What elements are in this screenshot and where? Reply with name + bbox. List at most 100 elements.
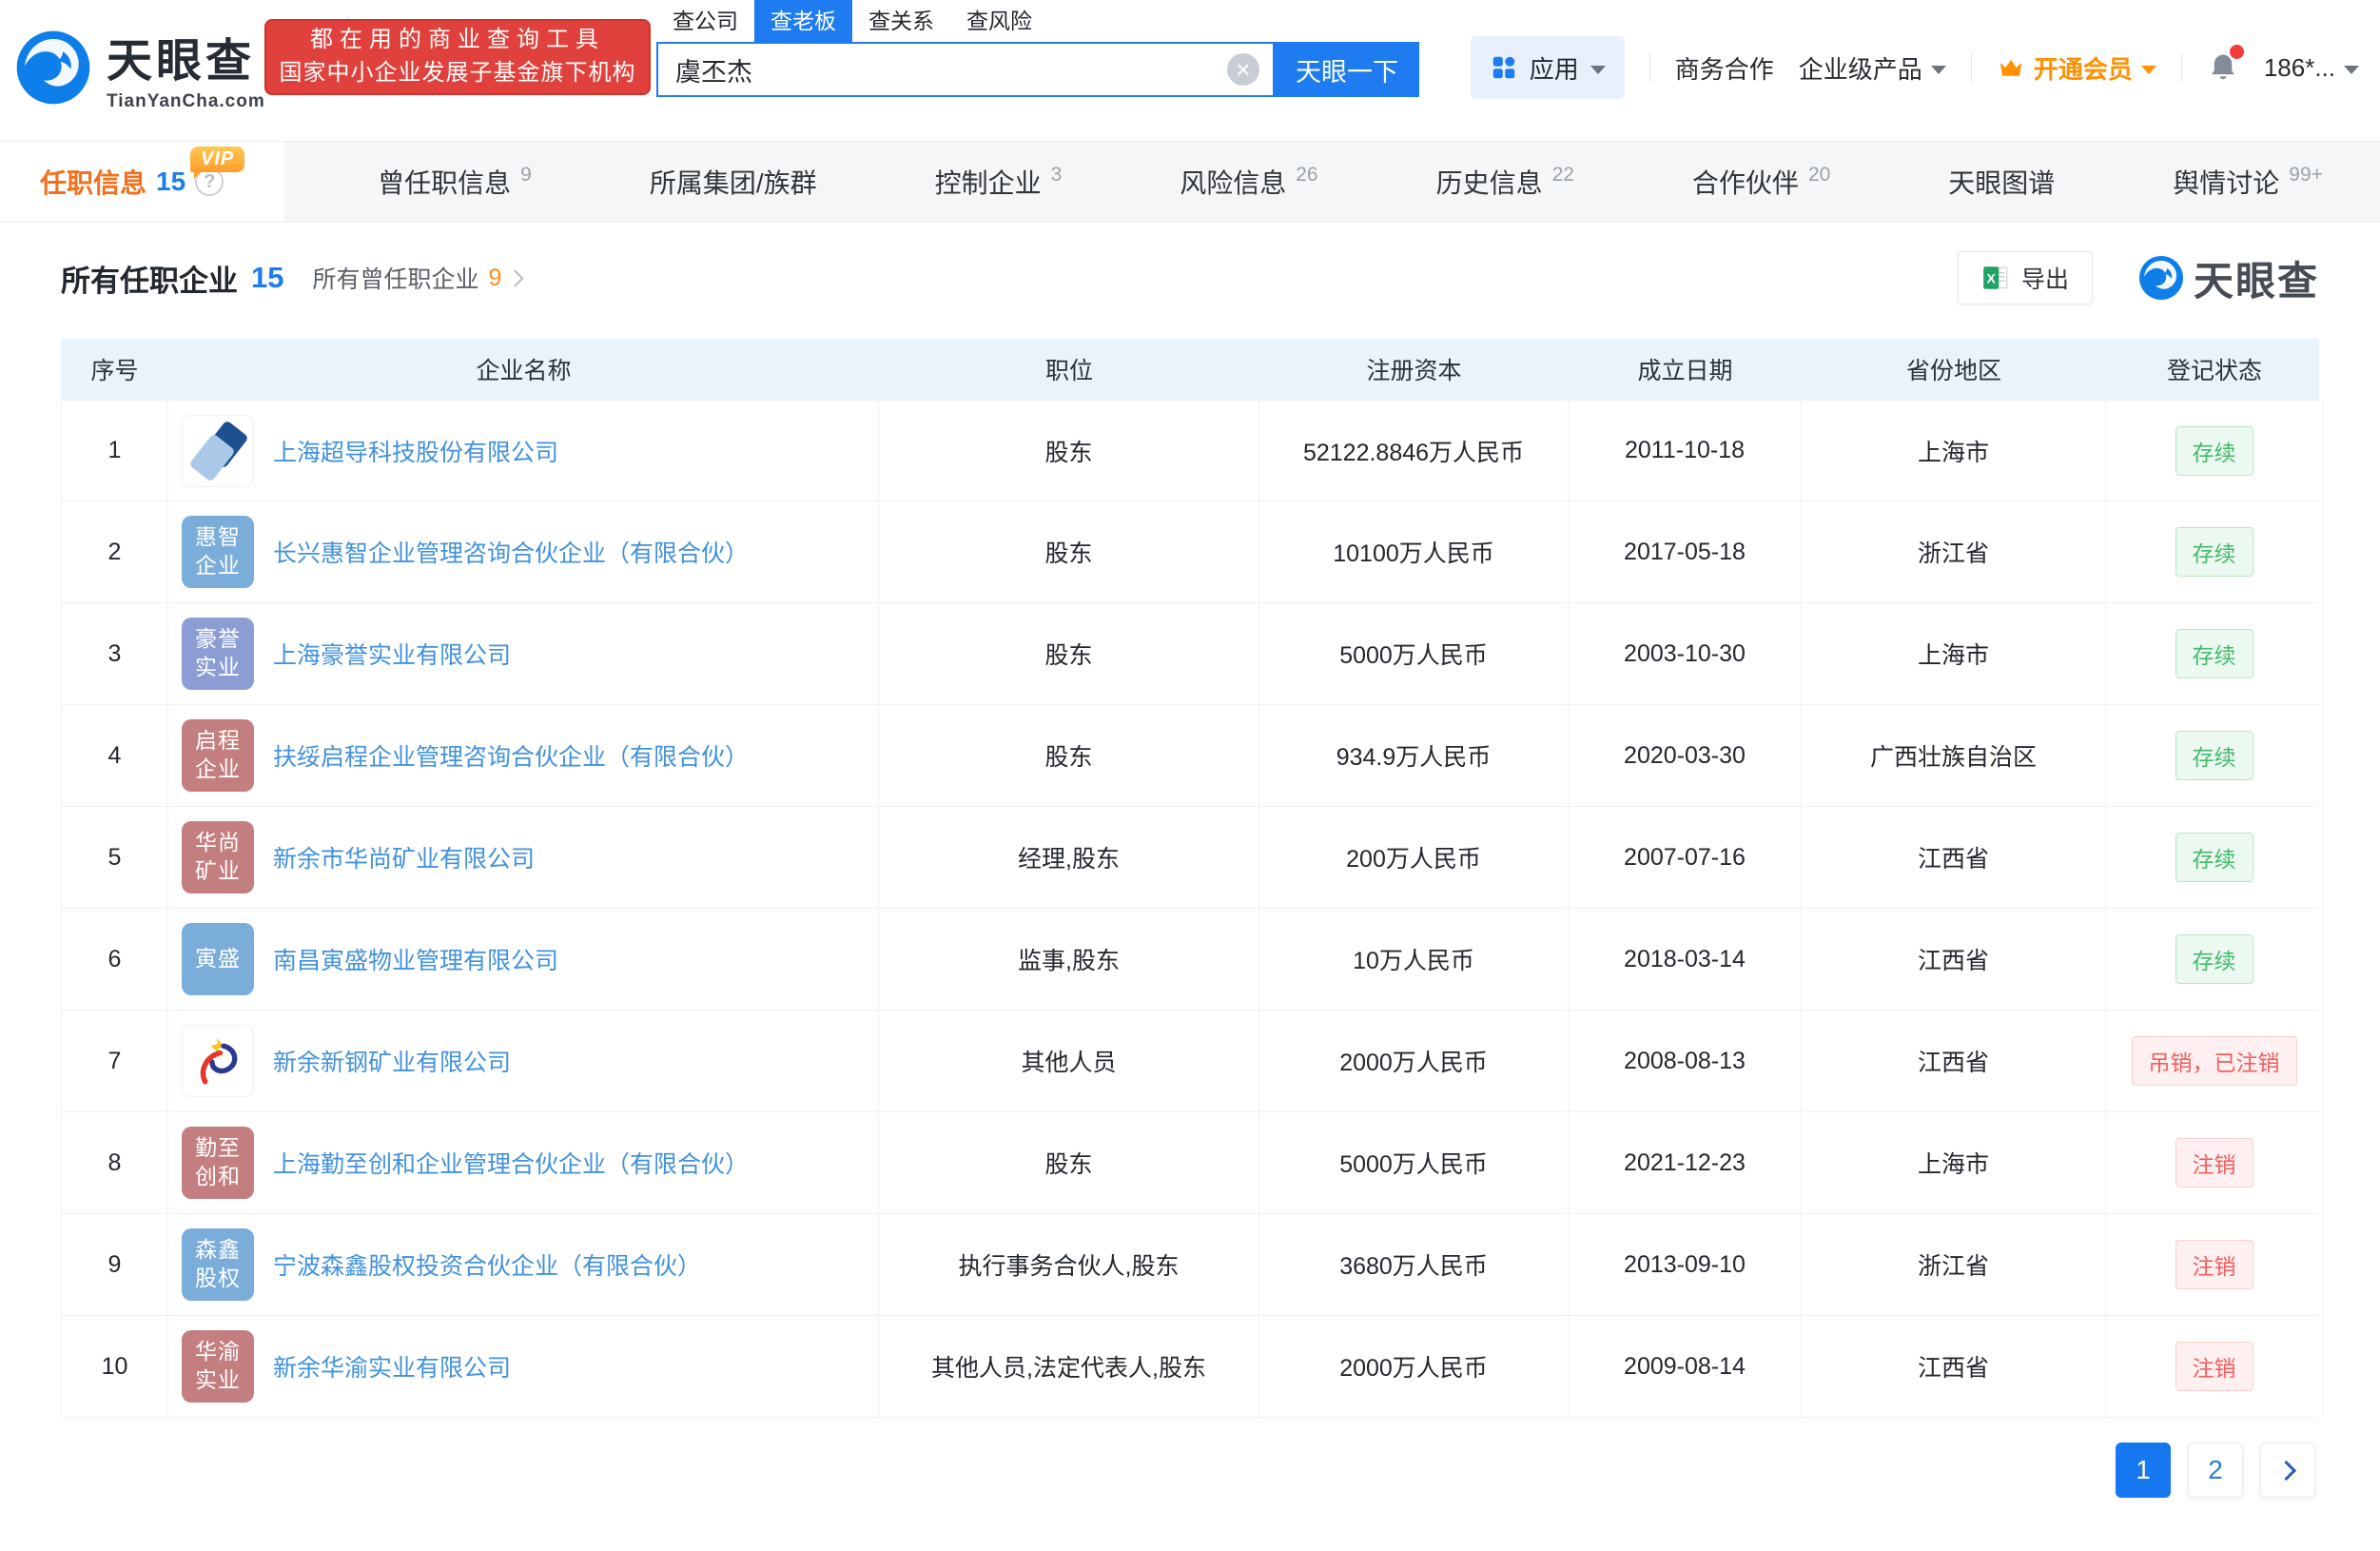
tianyancha-logo[interactable]: 天眼查 TianYanCha.com (15, 23, 265, 112)
search-type-tab[interactable]: 查老板 (754, 0, 852, 42)
company-logo[interactable]: 勤至创和 (182, 1127, 254, 1199)
clear-search-icon[interactable]: × (1227, 53, 1259, 86)
page-tab[interactable]: 所属集团/族群 (625, 142, 842, 222)
page-tab[interactable]: 控制企业 3 (910, 142, 1087, 222)
table-row: 8 勤至创和 上海勤至创和企业管理合伙企业（有限合伙） 股东 5000万人民币 … (61, 1112, 2319, 1214)
logo-text-line: 华尚 (195, 829, 241, 857)
promo-line-2: 国家中小企业发展子基金旗下机构 (280, 57, 636, 90)
search-input[interactable] (658, 44, 1273, 95)
company-name-link[interactable]: 扶绥启程企业管理咨询合伙企业（有限合伙） (273, 738, 749, 773)
position-value: 经理,股东 (1018, 840, 1120, 874)
column-header: 职位 (879, 352, 1259, 386)
row-index: 9 (61, 1214, 168, 1315)
logo-text-line: 矿业 (195, 857, 241, 886)
column-header: 成立日期 (1569, 352, 1802, 386)
company-name-link[interactable]: 新余华渝实业有限公司 (273, 1349, 511, 1384)
region-value: 浙江省 (1918, 535, 1989, 569)
date-cell: 2008-08-13 (1569, 1011, 1802, 1111)
page-tab-label: 天眼图谱 (1948, 163, 2055, 201)
table-header-row: 序号企业名称职位注册资本成立日期省份地区登记状态 (61, 339, 2319, 400)
column-header: 企业名称 (168, 352, 879, 386)
column-header: 省份地区 (1802, 352, 2106, 386)
region-value: 上海市 (1918, 434, 1989, 468)
company-name-link[interactable]: 长兴惠智企业管理咨询合伙企业（有限合伙） (273, 535, 749, 569)
page-tab[interactable]: 舆情讨论 99+ (2148, 142, 2348, 222)
export-button[interactable]: X 导出 (1958, 251, 2093, 304)
position-value: 执行事务合伙人,股东 (959, 1247, 1180, 1282)
date-value: 2011-10-18 (1625, 437, 1745, 464)
column-header: 登记状态 (2106, 352, 2323, 386)
logo-text-line: 实业 (195, 1366, 241, 1395)
search-box: × (656, 42, 1275, 97)
page-tab[interactable]: 任职信息 15 VIP ? (0, 142, 284, 222)
company-logo[interactable]: 豪誉实业 (182, 618, 254, 690)
company-logo[interactable]: 启程企业 (182, 719, 254, 792)
notification-dot (2230, 45, 2244, 59)
search-type-tab[interactable]: 查关系 (852, 0, 950, 42)
logo-text-line: 创和 (195, 1163, 241, 1191)
company-logo[interactable]: 华渝实业 (182, 1330, 254, 1403)
section-header: 所有任职企业 15 所有曾任职企业 9 X 导出 (61, 251, 2319, 304)
pagination-page-button[interactable]: 2 (2188, 1443, 2243, 1498)
page-tab[interactable]: 合作伙伴 20 (1668, 142, 1855, 222)
company-name-link[interactable]: 上海豪誉实业有限公司 (273, 637, 511, 671)
page-tab[interactable]: 风险信息 26 (1155, 142, 1342, 222)
user-account[interactable]: 186*... (2264, 53, 2359, 83)
former-positions-link[interactable]: 所有曾任职企业 9 (312, 261, 521, 295)
status-cell: 存续 (2106, 909, 2323, 1010)
search-type-tab[interactable]: 查公司 (656, 0, 754, 42)
section-title: 所有任职企业 (61, 257, 238, 300)
main-content: 所有任职企业 15 所有曾任职企业 9 X 导出 (0, 251, 2380, 1498)
table-row: 1 上海超导科技股份有限公司 股东 52122.8846万人民币 2011-10… (61, 400, 2319, 501)
status-cell: 存续 (2106, 603, 2323, 704)
status-cell: 注销 (2106, 1316, 2323, 1417)
page-tab[interactable]: 天眼图谱 (1923, 142, 2079, 222)
row-index-value: 9 (108, 1251, 122, 1279)
date-value: 2021-12-23 (1624, 1149, 1746, 1177)
row-index-value: 6 (108, 946, 122, 973)
table-row: 6 寅盛 南昌寅盛物业管理有限公司 监事,股东 10万人民币 2018-03-1… (61, 909, 2319, 1011)
divider (2181, 53, 2182, 82)
company-name-link[interactable]: 南昌寅盛物业管理有限公司 (273, 942, 558, 976)
company-name-link[interactable]: 新余市华尚矿业有限公司 (273, 840, 535, 874)
nav-enterprise-products[interactable]: 企业级产品 (1799, 50, 1946, 86)
row-index: 10 (61, 1316, 168, 1417)
page-tab[interactable]: 曾任职信息 9 (353, 142, 556, 222)
company-logo[interactable]: 华尚矿业 (182, 821, 254, 893)
page-tab[interactable]: 历史信息 22 (1412, 142, 1599, 222)
region-cell: 上海市 (1802, 603, 2106, 704)
search-type-tab[interactable]: 查风险 (950, 0, 1048, 42)
page-tab-count: 99+ (2289, 164, 2323, 187)
pagination-page-button[interactable]: 1 (2116, 1443, 2171, 1498)
pagination-next-button[interactable] (2260, 1443, 2315, 1498)
nav-business-coop[interactable]: 商务合作 (1675, 50, 1774, 86)
search-button[interactable]: 天眼一下 (1275, 42, 1419, 97)
capital-cell: 52122.8846万人民币 (1259, 401, 1569, 501)
company-logo[interactable] (182, 1025, 254, 1097)
company-logo[interactable] (182, 415, 254, 487)
capital-value: 2000万人民币 (1339, 1044, 1488, 1078)
chevron-right-icon (2275, 1460, 2295, 1480)
company-name-link[interactable]: 上海超导科技股份有限公司 (273, 434, 558, 468)
table-row: 5 华尚矿业 新余市华尚矿业有限公司 经理,股东 200万人民币 2007-07… (61, 807, 2319, 909)
company-name-link[interactable]: 上海勤至创和企业管理合伙企业（有限合伙） (273, 1146, 749, 1180)
company-logo[interactable]: 惠智企业 (182, 516, 254, 588)
capital-value: 5000万人民币 (1339, 637, 1488, 671)
company-name-link[interactable]: 新余新钢矿业有限公司 (273, 1044, 511, 1078)
logo-text-line: 启程 (195, 727, 241, 756)
company-logo-graphic (190, 1033, 245, 1089)
nav-open-vip[interactable]: 开通会员 (1997, 50, 2156, 86)
region-value: 上海市 (1918, 1146, 1989, 1180)
company-name-link[interactable]: 宁波森鑫股权投资合伙企业（有限合伙） (273, 1247, 701, 1282)
date-cell: 2018-03-14 (1569, 909, 1802, 1010)
watermark-text: 天眼查 (2194, 249, 2319, 307)
notification-bell-icon[interactable] (2207, 51, 2239, 84)
vip-badge: VIP (190, 147, 244, 172)
company-logo[interactable]: 寅盛 (182, 923, 254, 995)
apps-menu[interactable]: 应用 (1471, 36, 1625, 99)
capital-cell: 2000万人民币 (1259, 1316, 1569, 1417)
position-cell: 股东 (879, 705, 1259, 806)
divider (1649, 53, 1650, 82)
company-logo[interactable]: 森鑫股权 (182, 1228, 254, 1301)
status-cell: 存续 (2106, 705, 2323, 806)
